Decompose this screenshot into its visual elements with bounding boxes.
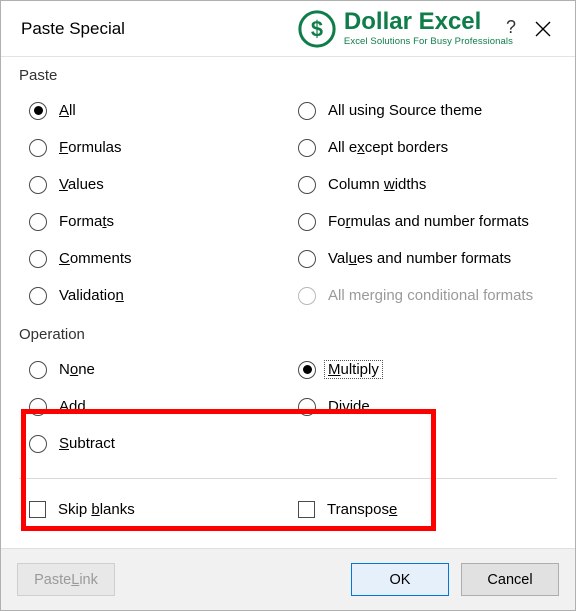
radio-icon bbox=[298, 361, 316, 379]
brand-watermark: $ Dollar Excel Excel Solutions For Busy … bbox=[298, 10, 513, 48]
operation-options: None Multiply Add Divide Subtract bbox=[19, 347, 557, 468]
checkbox-label: Transpose bbox=[327, 501, 397, 518]
radio-label: All merging conditional formats bbox=[328, 287, 533, 304]
paste-link-button[interactable]: Paste Link bbox=[17, 563, 115, 596]
radio-label: Formulas bbox=[59, 139, 122, 156]
radio-icon bbox=[29, 398, 47, 416]
operation-group-label: Operation bbox=[19, 326, 557, 343]
close-icon bbox=[535, 21, 551, 37]
brand-tagline: Excel Solutions For Busy Professionals bbox=[344, 37, 513, 47]
radio-icon bbox=[298, 102, 316, 120]
radio-icon bbox=[29, 435, 47, 453]
svg-text:$: $ bbox=[311, 16, 323, 41]
button-bar: Paste Link OK Cancel bbox=[1, 548, 575, 610]
paste-special-dialog: Paste Special $ Dollar Excel Excel Solut… bbox=[0, 0, 576, 611]
radio-label: Validation bbox=[59, 287, 124, 304]
radio-label: Comments bbox=[59, 250, 132, 267]
ok-button[interactable]: OK bbox=[351, 563, 449, 596]
checkbox-label: Skip blanks bbox=[58, 501, 135, 518]
radio-col-widths[interactable]: Column widths bbox=[298, 166, 557, 203]
radio-label: Divide bbox=[328, 398, 370, 415]
check-skip-blanks[interactable]: Skip blanks bbox=[29, 493, 288, 525]
radio-icon bbox=[29, 139, 47, 157]
radio-all[interactable]: All bbox=[29, 92, 288, 129]
checkbox-icon bbox=[298, 501, 315, 518]
radio-label: All except borders bbox=[328, 139, 448, 156]
radio-label: Add bbox=[59, 398, 86, 415]
radio-comments[interactable]: Comments bbox=[29, 240, 288, 277]
check-transpose[interactable]: Transpose bbox=[298, 493, 557, 525]
radio-label: Formulas and number formats bbox=[328, 213, 529, 230]
radio-values-num[interactable]: Values and number formats bbox=[298, 240, 557, 277]
paste-options: All All using Source theme Formulas All … bbox=[19, 88, 557, 320]
radio-formulas-num[interactable]: Formulas and number formats bbox=[298, 203, 557, 240]
radio-merge-cond: All merging conditional formats bbox=[298, 277, 557, 314]
radio-icon bbox=[29, 102, 47, 120]
radio-label: All using Source theme bbox=[328, 102, 482, 119]
paste-group-label: Paste bbox=[19, 67, 557, 84]
radio-icon bbox=[29, 361, 47, 379]
radio-icon bbox=[298, 287, 316, 305]
radio-label: Values and number formats bbox=[328, 250, 511, 267]
radio-icon bbox=[298, 176, 316, 194]
radio-icon bbox=[29, 176, 47, 194]
brand-name: Dollar Excel bbox=[344, 10, 513, 34]
radio-subtract[interactable]: Subtract bbox=[29, 425, 288, 462]
radio-label: Formats bbox=[59, 213, 114, 230]
radio-divide[interactable]: Divide bbox=[298, 388, 557, 425]
radio-icon bbox=[298, 250, 316, 268]
radio-values[interactable]: Values bbox=[29, 166, 288, 203]
radio-multiply[interactable]: Multiply bbox=[298, 351, 557, 388]
radio-label: All bbox=[59, 102, 76, 119]
radio-icon bbox=[298, 398, 316, 416]
titlebar: Paste Special $ Dollar Excel Excel Solut… bbox=[1, 1, 575, 57]
radio-label: Values bbox=[59, 176, 104, 193]
radio-label: Multiply bbox=[328, 361, 379, 378]
close-button[interactable] bbox=[523, 9, 563, 49]
dialog-title: Paste Special bbox=[21, 19, 125, 39]
radio-formulas[interactable]: Formulas bbox=[29, 129, 288, 166]
radio-icon bbox=[29, 287, 47, 305]
radio-add[interactable]: Add bbox=[29, 388, 288, 425]
radio-label: Column widths bbox=[328, 176, 426, 193]
radio-validation[interactable]: Validation bbox=[29, 277, 288, 314]
radio-label: None bbox=[59, 361, 95, 378]
radio-icon bbox=[29, 250, 47, 268]
radio-except-borders[interactable]: All except borders bbox=[298, 129, 557, 166]
radio-label: Subtract bbox=[59, 435, 115, 452]
radio-none[interactable]: None bbox=[29, 351, 288, 388]
divider bbox=[19, 478, 557, 479]
radio-icon bbox=[29, 213, 47, 231]
radio-icon bbox=[298, 213, 316, 231]
radio-source-theme[interactable]: All using Source theme bbox=[298, 92, 557, 129]
checkbox-icon bbox=[29, 501, 46, 518]
cancel-button[interactable]: Cancel bbox=[461, 563, 559, 596]
extra-options: Skip blanks Transpose bbox=[19, 487, 557, 531]
dollar-circle-icon: $ bbox=[298, 10, 336, 48]
radio-formats[interactable]: Formats bbox=[29, 203, 288, 240]
radio-icon bbox=[298, 139, 316, 157]
